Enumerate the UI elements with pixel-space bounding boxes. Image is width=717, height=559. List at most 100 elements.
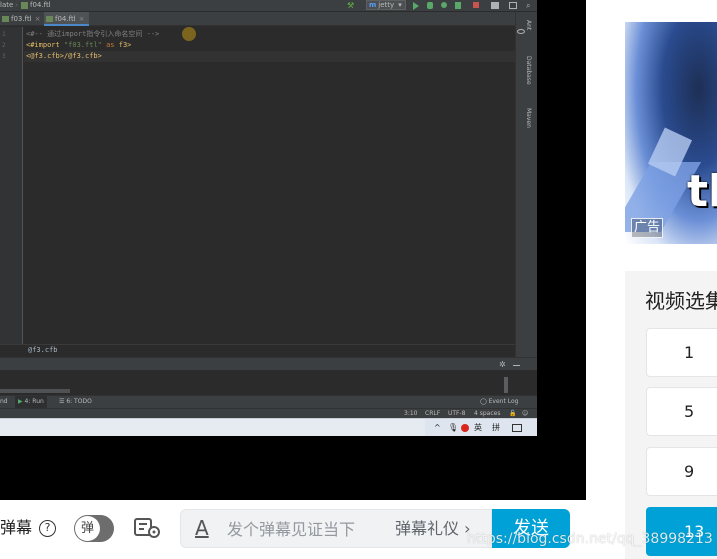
danmaku-settings-icon[interactable] bbox=[134, 517, 162, 539]
help-icon[interactable]: ? bbox=[39, 520, 56, 537]
breadcrumb-separator: › bbox=[15, 1, 18, 9]
layout-icon[interactable] bbox=[509, 2, 517, 9]
run-config-select[interactable]: m jetty ▾ bbox=[366, 0, 406, 10]
debug-icon[interactable] bbox=[427, 2, 433, 9]
event-log-icon: ◯ bbox=[480, 398, 487, 405]
progress-strip bbox=[0, 389, 70, 393]
ftl-file-icon bbox=[2, 16, 9, 22]
taskbar-empty-area bbox=[0, 419, 425, 436]
tool-window-header: ✲ bbox=[0, 357, 537, 370]
ide-window: late › f04.ftl ⚒ m jetty ▾ ⌕ f03.ftl × f04.… bbox=[0, 0, 537, 436]
code-editor[interactable]: 1 <#-- 通过import指令引入命名空间 --> 2 <#import "… bbox=[2, 27, 515, 344]
ad-banner[interactable]: th 广告 bbox=[625, 0, 717, 244]
ftl-file-icon bbox=[21, 2, 28, 9]
bottom-tab-partial[interactable]: nd bbox=[0, 396, 8, 408]
bottom-tab-todo-label: 6: TODO bbox=[66, 398, 92, 405]
ftl-file-icon bbox=[46, 16, 53, 22]
code-line: 2 <#import "f03.ftl" as f3> bbox=[2, 40, 132, 51]
code-tag: f3> bbox=[118, 41, 132, 49]
microphone-icon[interactable]: 🎙 bbox=[448, 421, 458, 434]
list-icon: ☰ bbox=[59, 398, 65, 405]
run-config-label: jetty bbox=[378, 1, 395, 9]
profile-icon[interactable] bbox=[455, 2, 461, 9]
danmaku-etiquette-link[interactable]: 弹幕礼仪 › bbox=[395, 518, 471, 540]
danmaku-input-wrap: A 弹幕礼仪 › bbox=[180, 509, 492, 548]
danmaku-label: 弹幕 bbox=[0, 518, 33, 537]
ime-mode[interactable]: 拼 bbox=[492, 421, 500, 434]
tab-f04[interactable]: f04.ftl × bbox=[44, 12, 89, 26]
search-icon[interactable]: ⌕ bbox=[526, 2, 534, 10]
coverage-icon[interactable] bbox=[441, 2, 447, 8]
notification-icon[interactable] bbox=[512, 424, 522, 432]
database-panel-tab[interactable]: Database bbox=[525, 56, 532, 85]
inspector-icon[interactable]: ☺ bbox=[522, 409, 528, 418]
build-hammer-icon[interactable]: ⚒ bbox=[347, 2, 355, 10]
line-number: 2 bbox=[2, 42, 6, 49]
preview-eye-icon[interactable] bbox=[517, 29, 525, 34]
line-separator[interactable]: CRLF bbox=[425, 409, 440, 418]
event-log-button[interactable]: ◯ Event Log bbox=[480, 396, 518, 408]
minimize-icon[interactable] bbox=[513, 365, 520, 366]
tab-label: f04.ftl bbox=[55, 15, 76, 23]
lock-icon[interactable]: 🔓 bbox=[509, 409, 516, 418]
episode-item[interactable]: 9 bbox=[646, 447, 717, 496]
code-string: "f03.ftl" bbox=[63, 41, 102, 49]
indent-setting[interactable]: 4 spaces bbox=[474, 409, 500, 418]
ad-headline: th bbox=[687, 166, 717, 217]
maven-panel-tab[interactable]: Maven bbox=[525, 108, 532, 128]
ide-title-bar: late › f04.ftl ⚒ m jetty ▾ ⌕ bbox=[0, 0, 537, 11]
line-number: 1 bbox=[2, 31, 6, 38]
line-number: 3 bbox=[2, 53, 6, 60]
project-structure-icon[interactable] bbox=[491, 2, 499, 9]
watermark: https://blog.csdn.net/qq_38998213 bbox=[467, 531, 713, 547]
episode-list: 视频选集 1 5 9 13 bbox=[625, 271, 717, 559]
tool-window-content bbox=[0, 370, 537, 395]
danmaku-toggle[interactable]: 弹 bbox=[74, 515, 114, 542]
stop-icon[interactable] bbox=[473, 2, 479, 8]
run-icon: ▶ bbox=[18, 398, 23, 405]
breadcrumb-prev[interactable]: late bbox=[0, 1, 13, 9]
status-bar: 3:10 CRLF UTF-8 4 spaces 🔓 ☺ bbox=[0, 408, 537, 418]
chevron-up-icon[interactable]: ^ bbox=[434, 421, 441, 434]
code-tag: <#import bbox=[26, 41, 64, 49]
close-icon[interactable]: × bbox=[79, 15, 85, 23]
close-icon[interactable]: × bbox=[35, 15, 41, 23]
editor-tabs: f03.ftl × f04.ftl × bbox=[0, 12, 515, 26]
event-log-label: Event Log bbox=[488, 398, 519, 405]
gear-icon[interactable]: ✲ bbox=[499, 361, 506, 369]
breadcrumb-file[interactable]: f04.ftl bbox=[30, 1, 51, 9]
bottom-tab-run-label: 4: Run bbox=[24, 398, 44, 405]
ant-panel-tab[interactable]: Ant bbox=[525, 20, 532, 30]
tab-f03[interactable]: f03.ftl × bbox=[0, 12, 41, 26]
code-line: 3 <@f3.cfb>/@f3.cfb> bbox=[2, 51, 102, 62]
ad-badge: 广告 bbox=[631, 218, 663, 238]
toggle-knob: 弹 bbox=[75, 516, 100, 541]
maven-m-icon: m bbox=[369, 1, 377, 9]
mouse-cursor-highlight bbox=[182, 27, 196, 41]
bottom-tab-todo[interactable]: ☰ 6: TODO bbox=[59, 396, 92, 408]
os-taskbar: ^ 🎙 英 拼 bbox=[0, 418, 537, 436]
danmaku-bar: 弹幕 ? 弹 A 弹幕礼仪 › 发送 bbox=[0, 500, 586, 559]
editor-breadcrumb[interactable]: @f3.cfb bbox=[0, 344, 515, 356]
record-icon[interactable] bbox=[461, 424, 469, 432]
code-macro-call: <@f3.cfb>/@f3.cfb> bbox=[26, 52, 102, 60]
tab-label: f03.ftl bbox=[11, 15, 32, 23]
danmaku-input[interactable] bbox=[227, 516, 397, 542]
run-icon[interactable] bbox=[413, 2, 419, 10]
ad-artwork: th bbox=[625, 22, 717, 244]
episode-item[interactable]: 5 bbox=[646, 387, 717, 436]
caret-position[interactable]: 3:10 bbox=[404, 409, 417, 418]
code-comment: <#-- 通过import指令引入命名空间 --> bbox=[26, 30, 160, 38]
code-line: 1 <#-- 通过import指令引入命名空间 --> bbox=[2, 29, 160, 40]
bottom-tool-tabs: nd ▶ 4: Run ☰ 6: TODO ◯ Event Log bbox=[0, 395, 537, 408]
file-encoding[interactable]: UTF-8 bbox=[448, 409, 466, 418]
right-tool-strip: Ant Database Maven bbox=[515, 12, 537, 412]
ime-language[interactable]: 英 bbox=[474, 421, 482, 434]
video-player[interactable]: late › f04.ftl ⚒ m jetty ▾ ⌕ f03.ftl × f04.… bbox=[0, 0, 586, 500]
code-keyword: as bbox=[101, 41, 119, 49]
scrollbar[interactable] bbox=[504, 377, 508, 393]
bottom-tab-run[interactable]: ▶ 4: Run bbox=[15, 396, 47, 408]
episode-list-title: 视频选集 bbox=[645, 289, 717, 313]
font-style-icon[interactable]: A bbox=[195, 516, 209, 540]
episode-item[interactable]: 1 bbox=[646, 328, 717, 377]
